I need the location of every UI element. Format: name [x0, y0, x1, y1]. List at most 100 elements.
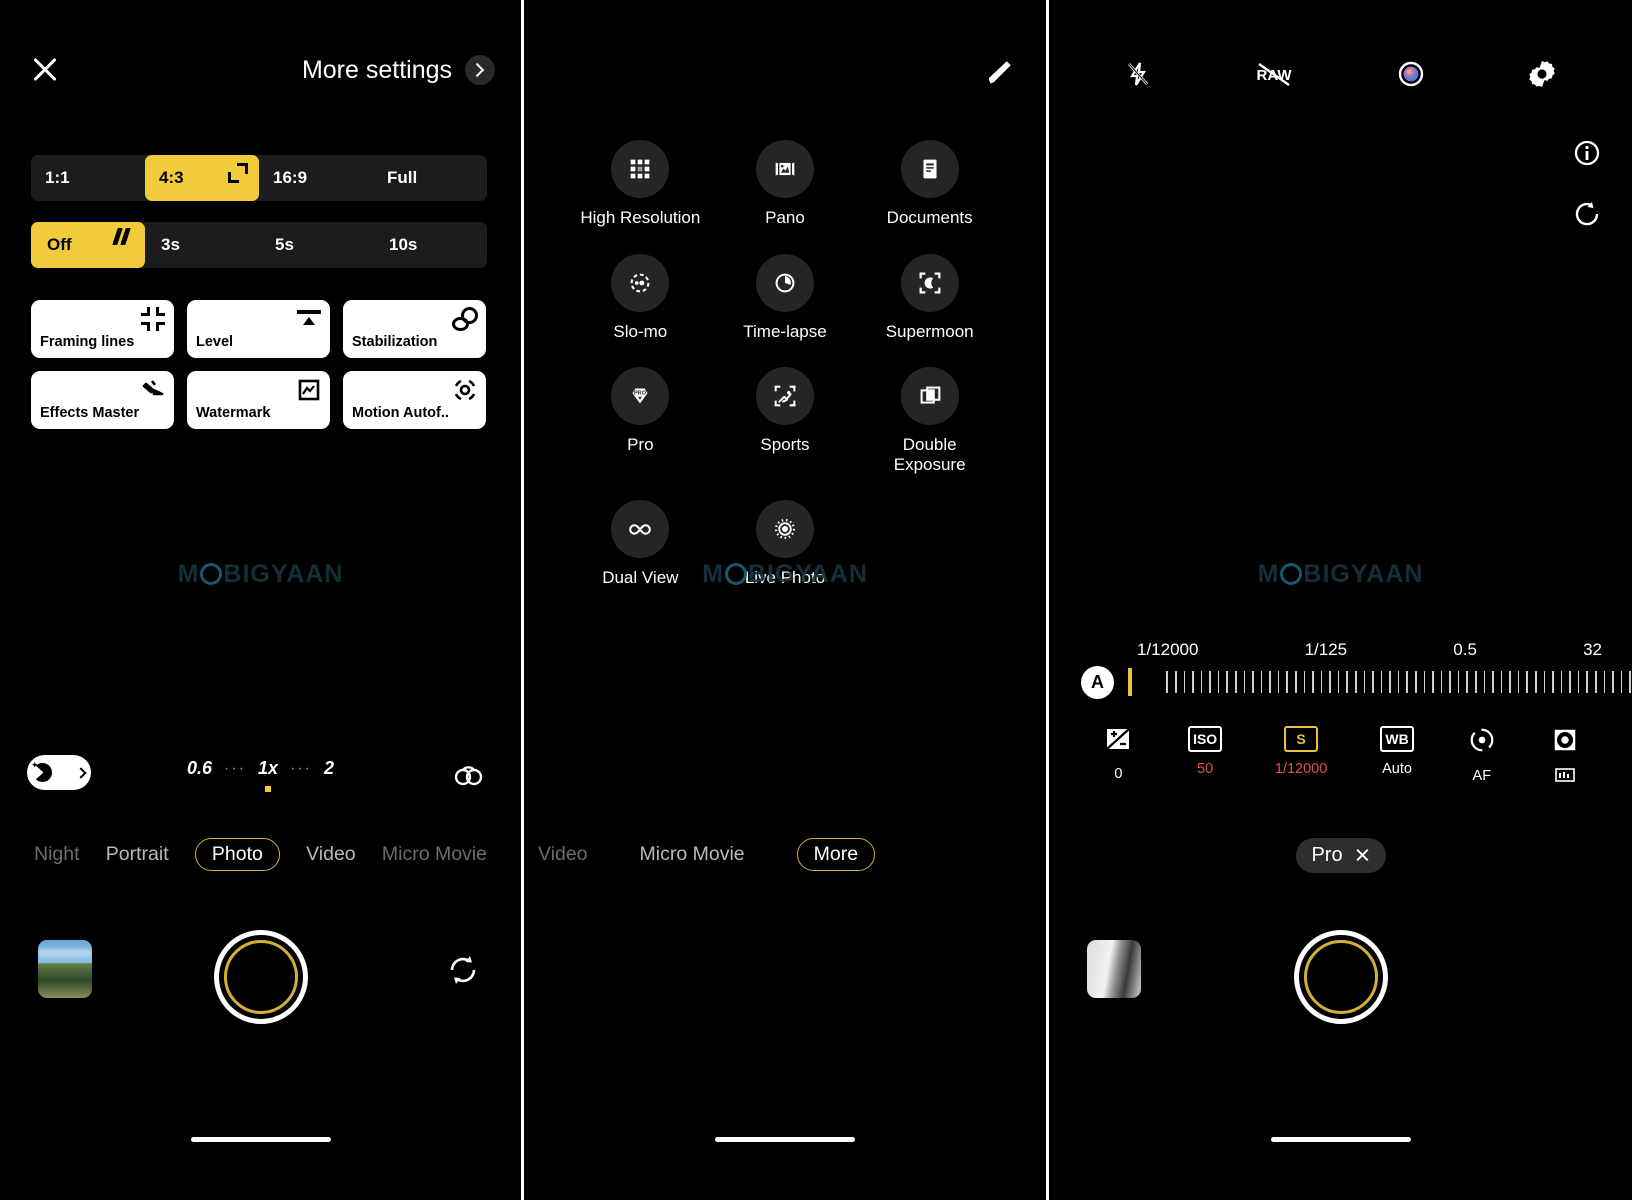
- shutter-scale-labels: 1/12000 1/125 0.5 32: [1137, 640, 1602, 660]
- ruler-tick: [1552, 670, 1554, 693]
- ruler-tick: [1620, 670, 1623, 693]
- ruler-tick: [1612, 670, 1614, 693]
- ruler-tick: [1457, 670, 1460, 693]
- mode-supermoon[interactable]: Supermoon: [857, 253, 1002, 342]
- ruler-tick: [1192, 670, 1194, 693]
- shutter-button[interactable]: [213, 930, 308, 1024]
- lens-switch-icon[interactable]: [453, 760, 483, 788]
- zoom-level-2[interactable]: 2: [324, 758, 334, 779]
- ruler-tick: [1174, 670, 1177, 693]
- raw-off-icon[interactable]: RAW: [1253, 61, 1295, 92]
- mode-high-resolution-label: High Resolution: [580, 208, 701, 227]
- card-effects-master[interactable]: Effects Master: [31, 371, 174, 429]
- watermark-circle: [1280, 563, 1303, 585]
- aspect-ratio-selector[interactable]: 1:1 4:3 16:9 Full: [31, 155, 487, 201]
- camera-mode-bar[interactable]: Video Micro Movie More: [524, 838, 1046, 871]
- card-watermark-label: Watermark: [196, 405, 271, 421]
- ruler-cursor[interactable]: [1128, 667, 1132, 696]
- timer-option-5s[interactable]: 5s: [259, 222, 373, 268]
- flip-camera-icon[interactable]: [445, 952, 481, 988]
- screenshot-root: More settings 1:1 4:3 16:9 Full Off 3s 5…: [0, 0, 1632, 1200]
- flash-off-icon[interactable]: [1123, 59, 1153, 94]
- ruler-tick: [1354, 670, 1357, 693]
- shutter-speed-icon: S: [1284, 726, 1319, 752]
- camera-mode-bar[interactable]: Night Portrait Photo Video Micro Movie: [0, 838, 521, 871]
- ruler-tick: [1432, 670, 1434, 693]
- more-settings-button[interactable]: More settings: [302, 55, 495, 85]
- mode-sports[interactable]: Sports: [713, 367, 858, 474]
- home-indicator: [1270, 1137, 1411, 1142]
- ratio-option-1-1[interactable]: 1:1: [31, 155, 145, 201]
- ratio-option-full[interactable]: Full: [373, 155, 487, 201]
- pro-mode-pill[interactable]: Pro: [1295, 838, 1386, 873]
- control-iso[interactable]: ISO 50: [1188, 726, 1223, 784]
- mode-micro-movie[interactable]: Micro Movie: [382, 843, 487, 866]
- close-icon[interactable]: [28, 52, 62, 86]
- shutter-button[interactable]: [1293, 930, 1388, 1024]
- ruler-tick: [1509, 670, 1511, 693]
- mode-documents[interactable]: Documents: [857, 140, 1002, 228]
- shutter-ruler[interactable]: [1128, 667, 1631, 699]
- exposure-compensation-icon: [1101, 726, 1135, 757]
- mode-portrait[interactable]: Portrait: [106, 843, 169, 866]
- card-level[interactable]: Level: [187, 300, 330, 358]
- control-iso-value: 50: [1197, 761, 1214, 777]
- card-stabilization[interactable]: Stabilization: [343, 300, 486, 358]
- zoom-selector[interactable]: 0.6 ··· 1x ··· 2: [0, 758, 521, 779]
- zoom-level-1x[interactable]: 1x: [258, 758, 278, 779]
- live-photo-icon: [755, 500, 814, 559]
- timer-selector[interactable]: Off 3s 5s 10s: [31, 222, 487, 268]
- watermark-suffix: BIGYAAN: [223, 560, 344, 588]
- ratio-option-16-9[interactable]: 16:9: [259, 155, 373, 201]
- control-metering-badge: [1554, 768, 1575, 782]
- histogram-rotate-icon[interactable]: [1572, 199, 1602, 234]
- ruler-tick: [1466, 670, 1468, 693]
- timer-option-10s[interactable]: 10s: [373, 222, 487, 268]
- color-filter-icon[interactable]: [1396, 59, 1426, 94]
- mode-video[interactable]: Video: [306, 843, 356, 866]
- card-motion-autofocus[interactable]: Motion Autof..: [343, 371, 486, 429]
- mode-photo[interactable]: Photo: [194, 838, 280, 871]
- timer-option-off[interactable]: Off: [31, 222, 145, 268]
- control-white-balance-value: Auto: [1382, 761, 1412, 777]
- close-icon[interactable]: [1355, 848, 1370, 863]
- control-exposure-compensation[interactable]: 0: [1101, 726, 1135, 784]
- shutter-speed-slider[interactable]: A: [1049, 666, 1632, 699]
- card-framing-lines[interactable]: Framing lines: [31, 300, 174, 358]
- home-indicator: [715, 1137, 855, 1142]
- capture-bar: [0, 930, 521, 1030]
- mode-more[interactable]: More: [796, 838, 876, 871]
- card-effects-master-label: Effects Master: [40, 405, 140, 421]
- mode-micro-movie[interactable]: Micro Movie: [640, 843, 745, 866]
- watermark-prefix: M: [1257, 560, 1280, 588]
- mode-video[interactable]: Video: [538, 843, 588, 866]
- control-shutter-speed[interactable]: S 1/12000: [1275, 726, 1327, 784]
- framing-lines-icon: [140, 306, 166, 332]
- mode-slo-mo[interactable]: Slo-mo: [568, 253, 713, 342]
- mode-night[interactable]: Night: [34, 843, 80, 866]
- edit-pencil-icon[interactable]: [984, 56, 1016, 88]
- gallery-thumbnail[interactable]: [1087, 940, 1141, 998]
- focus-icon: [1467, 726, 1497, 759]
- control-white-balance[interactable]: WB Auto: [1380, 726, 1415, 784]
- timer-option-3s[interactable]: 3s: [145, 222, 259, 268]
- control-focus[interactable]: AF: [1467, 726, 1497, 784]
- ruler-tick: [1166, 670, 1168, 693]
- mode-time-lapse[interactable]: Time-lapse: [713, 253, 858, 342]
- mode-pro[interactable]: PRO Pro: [568, 367, 713, 474]
- mode-high-resolution[interactable]: High Resolution: [568, 140, 713, 228]
- control-exposure-value: 0: [1114, 766, 1123, 782]
- info-icon[interactable]: [1572, 138, 1602, 173]
- auto-badge[interactable]: A: [1081, 666, 1114, 699]
- ratio-option-4-3[interactable]: 4:3: [145, 155, 259, 201]
- ruler-tick: [1337, 670, 1340, 693]
- control-metering[interactable]: [1550, 726, 1580, 784]
- card-watermark[interactable]: Watermark: [187, 371, 330, 429]
- zoom-level-0.6[interactable]: 0.6: [187, 758, 212, 779]
- mode-double-exposure[interactable]: Double Exposure: [857, 367, 1002, 474]
- settings-gear-icon[interactable]: [1526, 58, 1558, 95]
- gallery-thumbnail[interactable]: [38, 940, 92, 998]
- iso-icon: ISO: [1188, 726, 1223, 752]
- mode-pano[interactable]: Pano: [713, 140, 858, 228]
- watermark-circle: [724, 563, 747, 585]
